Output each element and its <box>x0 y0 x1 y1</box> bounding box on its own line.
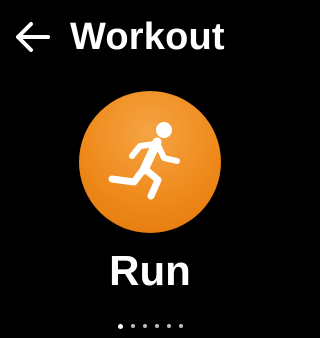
page-indicator <box>0 321 300 331</box>
page-title: Workout <box>70 16 225 58</box>
page-dot <box>154 324 159 328</box>
activity-label: Run <box>109 247 191 294</box>
page-dot <box>142 324 147 328</box>
page-dot <box>130 324 135 328</box>
running-person-icon <box>108 122 180 200</box>
back-button[interactable] <box>14 20 52 54</box>
header: Workout <box>0 12 300 62</box>
workout-activity-button[interactable] <box>79 91 221 233</box>
page-dot <box>166 324 171 328</box>
page-dot-active <box>117 323 123 329</box>
page-dot <box>178 324 183 328</box>
arrow-left-icon <box>16 22 50 52</box>
